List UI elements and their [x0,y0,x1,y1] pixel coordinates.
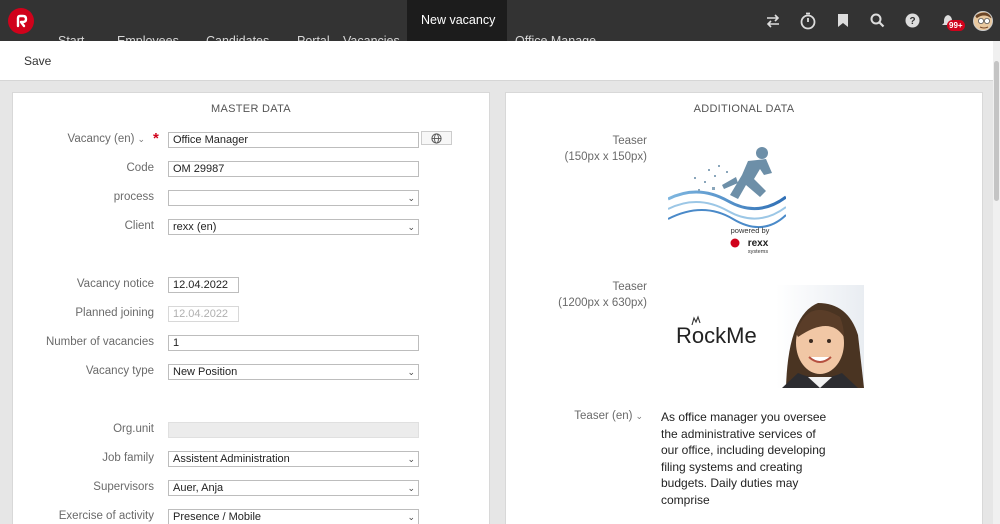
help-icon[interactable]: ? [895,0,930,41]
scrollbar-thumb[interactable] [994,61,999,201]
rexx-logo-icon [7,7,34,34]
app-logo[interactable] [0,0,41,41]
dropdown-caret-icon: ⌄ [407,483,415,493]
number-of-vacancies-input[interactable]: 1 [168,335,419,351]
bookmark-icon[interactable] [825,0,860,41]
vacancy-label-text: Vacancy (en) [67,133,135,145]
vacancy-type-select[interactable]: New Position ⌄ [168,364,419,380]
save-button[interactable]: Save [24,54,51,68]
dropdown-caret-icon: ⌄ [407,222,415,232]
rockme-logo-text: RockMe [676,323,757,348]
vacancy-type-value: New Position [173,366,238,378]
additional-data-panel: ADDITIONAL DATA Teaser (150px x 150px) p… [505,92,983,524]
master-data-panel: MASTER DATA Vacancy (en) ⌄ * Office Manag… [12,92,490,524]
code-label: Code [126,162,155,174]
supervisors-select[interactable]: Auer, Anja ⌄ [168,480,419,496]
dropdown-caret-icon: ⌄ [407,367,415,377]
runner-graphic: powered by rexx systems [668,147,786,255]
master-data-title: MASTER DATA [211,103,291,115]
exercise-of-activity-select[interactable]: Presence / Mobile ⌄ [168,509,419,524]
translate-button[interactable] [421,131,452,145]
teaser-caption-systems: systems [748,249,768,255]
search-icon[interactable] [860,0,895,41]
rockme-graphic: RockMe [668,285,864,388]
notifications-icon[interactable]: 99+ [930,0,965,41]
user-menu[interactable] [965,0,1000,41]
process-select[interactable]: ⌄ [168,190,419,206]
org-unit-field[interactable] [168,422,419,438]
job-family-label: Job family [102,452,154,464]
supervisors-value: Auer, Anja [173,482,224,494]
avatar [972,10,993,31]
vacancy-notice-date-input[interactable]: 12.04.2022 [168,277,239,293]
additional-data-title: ADDITIONAL DATA [693,103,795,115]
process-label: process [113,191,154,203]
teaser-small-label: Teaser (150px x 150px) [565,133,647,165]
top-navigation: StartEmployeesCandidatesPortalVacanciesO… [0,0,1000,48]
job-family-value: Assistent Administration [173,453,290,465]
dropdown-caret-icon: ⌄ [407,454,415,464]
teaser-text-content[interactable]: As office manager you oversee the admini… [661,409,831,508]
client-select[interactable]: rexx (en) ⌄ [168,219,419,235]
client-value: rexx (en) [173,221,217,233]
teaser-large-image[interactable]: RockMe [668,285,864,388]
planned-joining-label: Planned joining [75,307,154,319]
globe-icon [431,132,442,144]
teaser-small-image[interactable]: powered by rexx systems [668,139,786,257]
vacancy-type-label: Vacancy type [85,365,154,377]
teaser-small-label-text: Teaser [612,135,647,147]
action-toolbar: Save [0,41,993,81]
vacancy-title-input[interactable]: Office Manager [168,132,419,148]
code-input[interactable]: OM 29987 [168,161,419,177]
org-unit-label: Org.unit [113,423,154,435]
dropdown-caret-icon: ⌄ [407,512,415,522]
teaser-caption-powered: powered by [731,226,770,235]
job-family-select[interactable]: Assistent Administration ⌄ [168,451,419,467]
stopwatch-icon[interactable] [790,0,825,41]
switch-icon[interactable] [755,0,790,41]
teaser-large-label: Teaser (1200px x 630px) [558,279,647,311]
teaser-text-label[interactable]: Teaser (en) ⌄ [574,410,643,422]
dropdown-caret-icon: ⌄ [407,193,415,203]
nav-new-vacancy[interactable]: New vacancy [407,0,507,41]
exercise-of-activity-label: Exercise of activity [58,510,154,522]
number-of-vacancies-label: Number of vacancies [45,336,154,348]
client-label: Client [124,220,154,232]
vacancy-label[interactable]: Vacancy (en) ⌄ [68,133,145,145]
teaser-large-label-text: Teaser [612,281,647,293]
teaser-text-label-text: Teaser (en) [574,410,633,422]
teaser-caption-brand: rexx [748,238,769,249]
notification-badge: 99+ [947,20,965,31]
planned-joining-date-input[interactable]: 12.04.2022 [168,306,239,322]
vacancy-notice-label: Vacancy notice [76,278,154,290]
chevron-down-icon: ⌄ [137,134,145,144]
supervisors-label: Supervisors [93,481,154,493]
teaser-large-size: (1200px x 630px) [558,297,647,309]
exercise-of-activity-value: Presence / Mobile [173,511,262,523]
teaser-small-size: (150px x 150px) [564,151,647,163]
svg-text:?: ? [909,16,915,27]
chevron-down-icon: ⌄ [635,411,643,421]
required-asterisk: * [153,130,159,147]
page-scrollbar[interactable] [993,41,1000,524]
